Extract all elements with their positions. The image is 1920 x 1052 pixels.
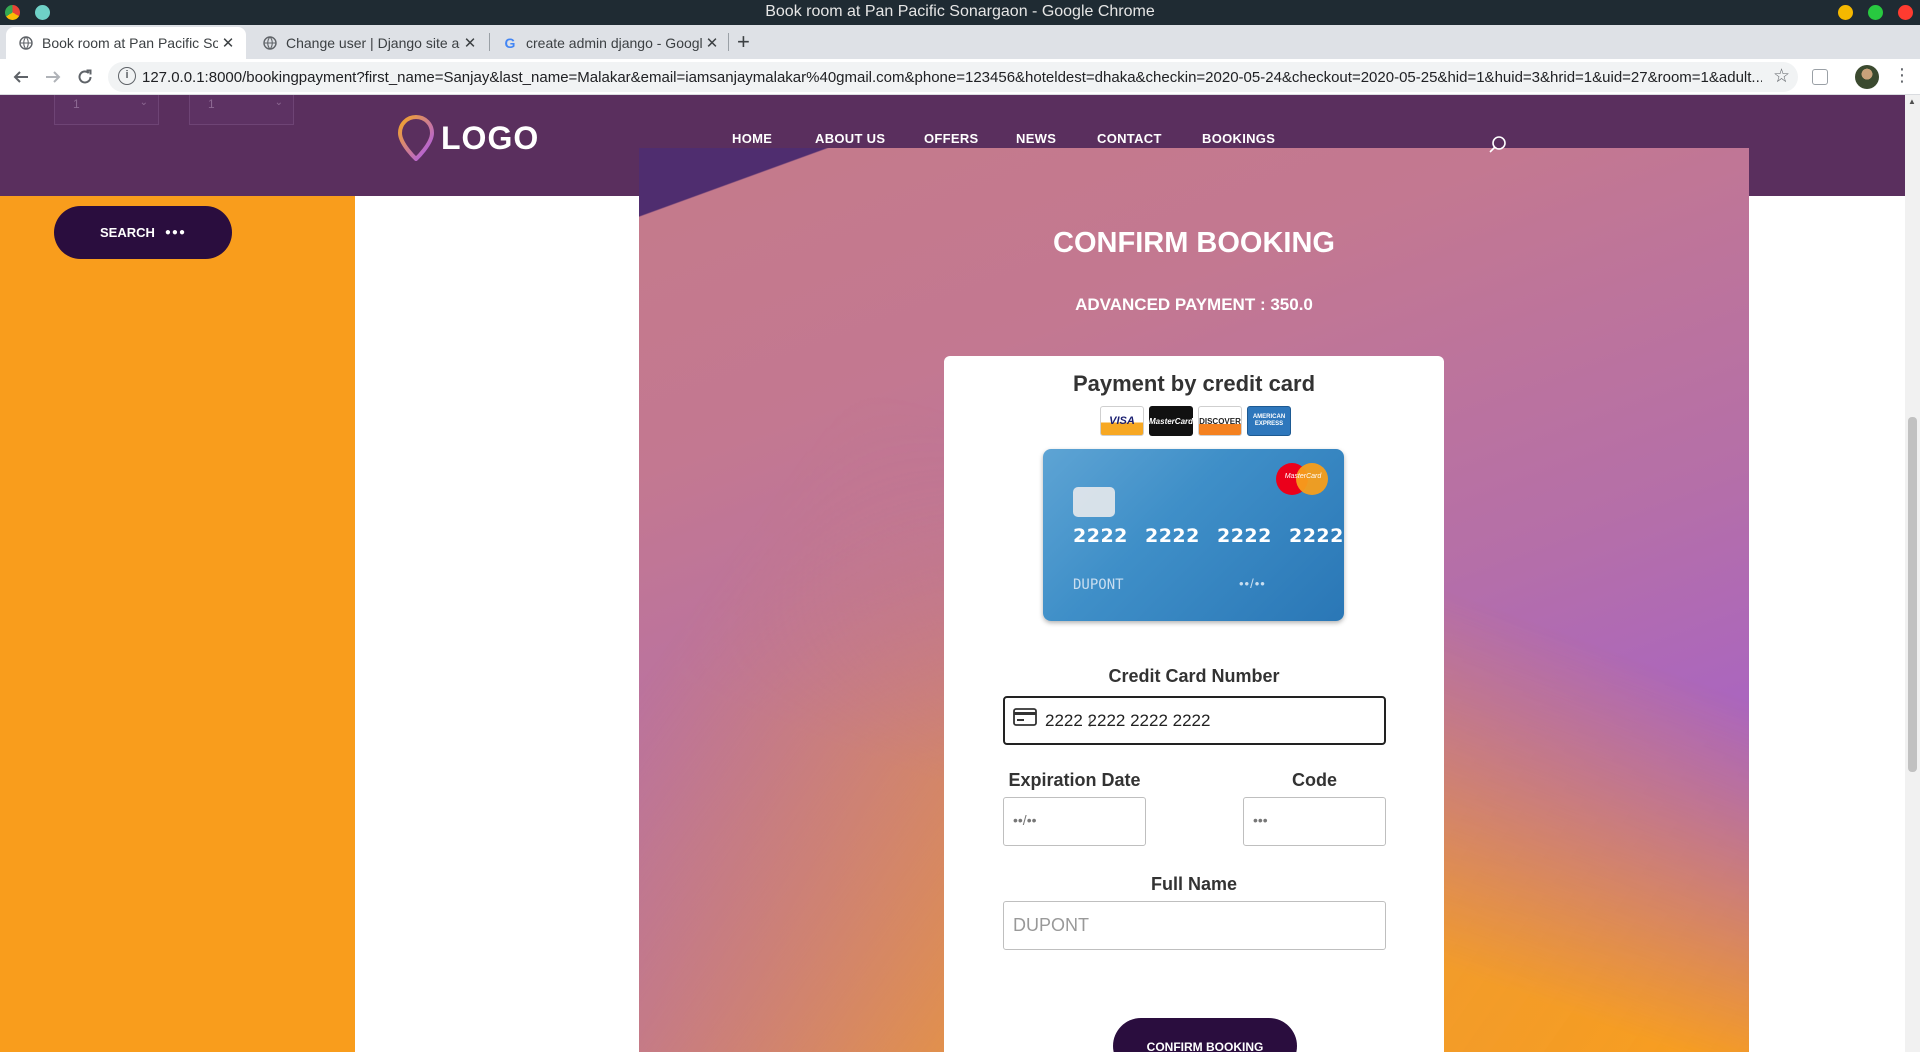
confirm-booking-button[interactable]: CONFIRM BOOKING xyxy=(1113,1018,1297,1052)
expiration-date-label: Expiration Date xyxy=(1008,770,1141,790)
chevron-down-icon: ⌄ xyxy=(139,97,148,108)
forward-arrow-icon[interactable] xyxy=(41,65,65,89)
amex-logo: AMERICAN EXPRESS xyxy=(1247,406,1291,436)
site-logo[interactable]: LOGO xyxy=(397,115,539,161)
tab-separator xyxy=(728,33,729,51)
url-text: 127.0.0.1:8000/bookingpayment?first_name… xyxy=(142,69,1762,86)
tab-close-icon[interactable]: ✕ xyxy=(704,34,720,52)
guests-select[interactable]: 1 ⌄ xyxy=(189,95,294,125)
page-scrollbar[interactable]: ▲ xyxy=(1905,95,1920,1052)
tab-label: Book room at Pan Pacific Sonargaon xyxy=(42,35,218,51)
scroll-up-arrow-icon[interactable]: ▲ xyxy=(1908,97,1916,106)
google-icon: G xyxy=(504,35,516,51)
text-cursor-icon xyxy=(1089,715,1091,727)
card-preview-name: DUPONT xyxy=(1073,577,1124,593)
card-chip-icon xyxy=(1073,487,1115,517)
tab-label: create admin django - Google Search xyxy=(526,35,702,51)
nav-about-us[interactable]: ABOUT US xyxy=(815,131,885,146)
search-button[interactable]: SEARCH ●●● xyxy=(54,206,232,259)
scrollbar-thumb[interactable] xyxy=(1908,417,1917,772)
map-pin-icon xyxy=(397,115,435,161)
tab-close-icon[interactable]: ✕ xyxy=(220,34,236,52)
credit-card-preview: MasterCard 2222 2222 2222 2222 DUPONT ••… xyxy=(1043,449,1344,621)
full-name-label: Full Name xyxy=(1150,874,1238,894)
reload-icon[interactable] xyxy=(73,65,97,89)
security-code-input[interactable]: ••• xyxy=(1243,797,1386,846)
sidebar-top-band: 1 ⌄ 1 ⌄ xyxy=(0,95,355,196)
payment-form: Payment by credit card VISA MasterCard D… xyxy=(944,356,1444,1052)
card-preview-expiry: ••/•• xyxy=(1239,576,1266,591)
bookmark-star-icon[interactable]: ☆ xyxy=(1773,65,1790,88)
nav-offers[interactable]: OFFERS xyxy=(924,131,979,146)
window-titlebar: Book room at Pan Pacific Sonargaon - Goo… xyxy=(0,0,1920,25)
visa-logo: VISA xyxy=(1100,406,1144,436)
search-icon[interactable] xyxy=(1488,135,1508,155)
logo-text: LOGO xyxy=(441,119,540,156)
dots-icon: ●●● xyxy=(164,227,187,238)
credit-card-icon xyxy=(1013,708,1037,726)
advanced-payment-text: ADVANCED PAYMENT : 350.0 xyxy=(1075,295,1313,314)
mastercard-icon: MasterCard xyxy=(1276,463,1328,495)
minimize-button[interactable] xyxy=(1838,5,1853,20)
code-label: Code xyxy=(1292,770,1337,790)
tab-strip: Book room at Pan Pacific Sonargaon ✕ Cha… xyxy=(0,25,1920,59)
tab-close-icon[interactable]: ✕ xyxy=(462,34,478,52)
tab-django-admin[interactable]: Change user | Django site admin ✕ xyxy=(250,27,486,59)
tab-label: Change user | Django site admin xyxy=(286,35,460,51)
rooms-select[interactable]: 1 ⌄ xyxy=(54,95,159,125)
page-viewport: 1 ⌄ 1 ⌄ SEARCH ●●● LOGO HOME ABOUT US OF… xyxy=(0,95,1920,1052)
full-name-placeholder: DUPONT xyxy=(1013,915,1089,935)
address-bar[interactable]: i 127.0.0.1:8000/bookingpayment?first_na… xyxy=(108,62,1798,92)
new-tab-icon[interactable]: + xyxy=(737,29,750,55)
expiration-date-input[interactable]: ••/•• xyxy=(1003,797,1146,846)
globe-icon xyxy=(18,35,34,51)
discover-logo: DISCOVER xyxy=(1198,406,1242,436)
search-sidebar: 1 ⌄ 1 ⌄ SEARCH ●●● xyxy=(0,95,355,1052)
card-number-label: Credit Card Number xyxy=(1108,666,1280,686)
mastercard-logo: MasterCard xyxy=(1149,406,1193,436)
card-brand-text: MasterCard xyxy=(1284,473,1322,480)
tab-book-room[interactable]: Book room at Pan Pacific Sonargaon ✕ xyxy=(6,27,246,59)
nav-news[interactable]: NEWS xyxy=(1016,131,1056,146)
window-title: Book room at Pan Pacific Sonargaon - Goo… xyxy=(765,3,1155,20)
info-icon[interactable]: i xyxy=(118,67,136,85)
nav-bookings[interactable]: BOOKINGS xyxy=(1202,131,1275,146)
card-brands: VISA MasterCard DISCOVER AMERICAN EXPRES… xyxy=(1100,406,1291,436)
maximize-button[interactable] xyxy=(1868,5,1883,20)
select-value: 1 xyxy=(208,97,215,111)
nav-contact[interactable]: CONTACT xyxy=(1097,131,1162,146)
card-number-input[interactable]: 2222 2222 2222 2222 xyxy=(1003,696,1386,745)
search-button-label: SEARCH xyxy=(99,225,155,240)
profile-avatar[interactable] xyxy=(1855,65,1879,89)
browser-toolbar: i 127.0.0.1:8000/bookingpayment?first_na… xyxy=(0,59,1920,95)
card-preview-number: 2222 2222 2222 2222 xyxy=(1073,525,1344,547)
select-value: 1 xyxy=(73,97,80,111)
expiration-placeholder: ••/•• xyxy=(1013,812,1037,828)
extension-icon[interactable] xyxy=(1812,69,1828,85)
chrome-menu-icon[interactable]: ⋮ xyxy=(1893,65,1911,86)
payment-form-title: Payment by credit card xyxy=(1072,371,1316,396)
code-placeholder: ••• xyxy=(1253,812,1268,828)
globe-icon xyxy=(262,35,278,51)
close-window-button[interactable] xyxy=(1898,5,1913,20)
chevron-down-icon: ⌄ xyxy=(274,97,283,108)
back-arrow-icon[interactable] xyxy=(9,65,33,89)
full-name-input[interactable]: DUPONT xyxy=(1003,901,1386,950)
card-number-value: 2222 2222 2222 2222 xyxy=(1045,711,1211,730)
tab-google-search[interactable]: G create admin django - Google Search ✕ xyxy=(490,27,728,59)
nav-home[interactable]: HOME xyxy=(732,131,772,146)
page-title: CONFIRM BOOKING xyxy=(1053,227,1335,259)
